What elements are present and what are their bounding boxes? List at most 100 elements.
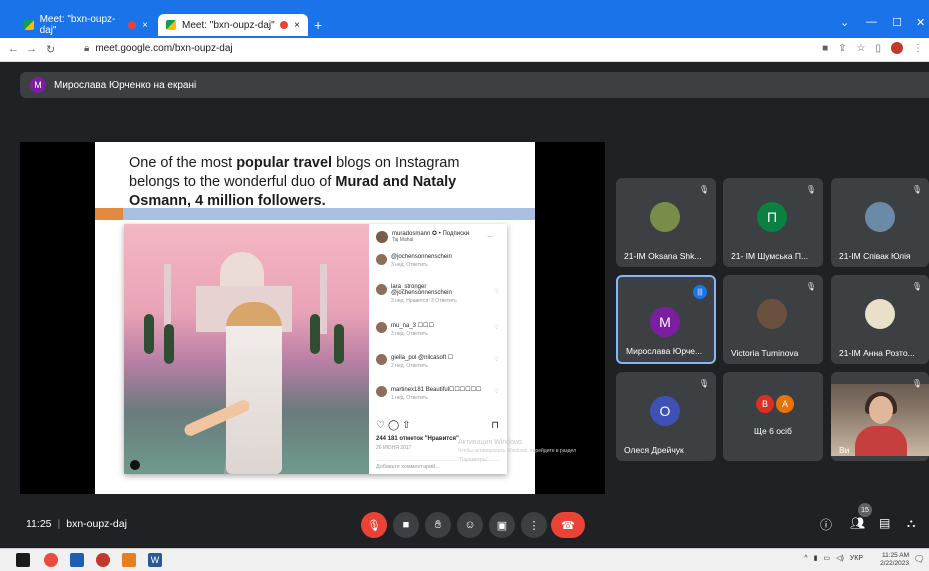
taj-mahal-photo (124, 224, 369, 474)
participant-tile[interactable]: 🎙︎ П 21- IM Шумська П... (723, 178, 823, 267)
tab-close-icon[interactable]: × (294, 20, 300, 31)
language-indicator[interactable]: УКР (850, 555, 863, 562)
participant-tile[interactable]: 🎙︎ 21-IM Oksana Shk... (616, 178, 716, 267)
avatar (376, 386, 387, 397)
windows-start-icon[interactable] (16, 553, 30, 567)
post-actions: ♡◯⇧ (376, 420, 414, 431)
avatar: П (757, 202, 787, 232)
close-window-button[interactable]: ✕ (916, 16, 925, 29)
likes-count: 244 181 отметок "Нравится" (376, 436, 459, 442)
recording-icon (280, 21, 289, 29)
instagram-post-screenshot: muradosmann ✪ • Подписки Taj Mahal ··· @… (124, 224, 507, 474)
tab-search-icon[interactable]: ⌄ (840, 16, 849, 29)
chat-icon[interactable]: ▤ (879, 516, 890, 530)
meet-favicon-icon (24, 20, 34, 30)
slide-title: One of the most popular travel blogs on … (129, 154, 509, 211)
avatar (376, 354, 387, 365)
comment-text: Beautiful☐☐☐☐☐☐ (425, 387, 482, 393)
network-icon[interactable]: ▮ (814, 554, 818, 562)
reactions-button[interactable]: ☺ (457, 512, 483, 538)
camera-icon: ■ (402, 519, 410, 531)
url-text: meet.google.com/bxn-oupz-daj (95, 43, 233, 54)
forward-icon[interactable]: → (26, 43, 37, 55)
participant-tile[interactable]: 🎙︎ 21-IM Анна Розто... (831, 275, 929, 364)
raise-hand-button[interactable]: ✋︎ (425, 512, 451, 538)
clock-time: 11:25 AM (882, 552, 909, 559)
mic-off-icon: 🎙︎ (911, 379, 922, 388)
save-disk-icon[interactable] (70, 553, 84, 567)
camera-toggle-button[interactable]: ■ (393, 512, 419, 538)
activities-icon[interactable]: ⛬ (907, 516, 915, 531)
avatar (376, 322, 387, 333)
new-tab-button[interactable]: + (314, 17, 322, 33)
bookmark-star-icon[interactable]: ☆ (857, 43, 866, 54)
participant-tile[interactable]: 🎙︎ Victoria Tuminova (723, 275, 823, 364)
chrome-icon[interactable] (44, 553, 58, 567)
ig-location: Taj Mahal (392, 237, 414, 243)
menu-kebab-icon[interactable]: ⋮ (913, 43, 923, 54)
info-icon[interactable]: ⓘ (820, 516, 832, 533)
system-clock[interactable]: 11:25 AM 2/22/2023 (880, 552, 909, 568)
mic-off-icon: 🎙︎ (367, 519, 381, 532)
presenter-label: Мирослава Юрченко на екрані (54, 79, 197, 91)
bookmark-icon: ⊓ (491, 420, 499, 431)
participant-tile[interactable]: 🎙︎ О Олеся Дрейчук (616, 372, 716, 461)
slide-title-bold: popular travel (236, 155, 333, 171)
windows-taskbar: W ^ ▮ ▭ ◁) УКР 11:25 AM 2/22/2023 🗨︎ (0, 548, 929, 571)
more-options-button[interactable]: ⋮ (521, 512, 547, 538)
app-icon[interactable] (96, 553, 110, 567)
back-icon[interactable]: ← (8, 43, 19, 55)
mic-off-icon: 🎙︎ (805, 185, 816, 194)
browser-tab[interactable]: Meet: "bxn-oupz-daj" × (16, 14, 156, 36)
watermark-sub: Чтобы активировать Windows, перейдите в … (458, 448, 577, 463)
maximize-button[interactable]: ☐ (892, 16, 902, 29)
slide-accent-stripe (123, 208, 535, 220)
tab-close-icon[interactable]: × (142, 20, 148, 31)
word-icon[interactable]: W (148, 553, 162, 567)
presenter-avatar: M (30, 77, 46, 93)
app-icon[interactable] (122, 553, 136, 567)
profile-avatar[interactable] (891, 42, 903, 54)
comment-text: @jochensonnenschein (391, 290, 452, 296)
share-icon[interactable]: ⇪ (838, 43, 846, 54)
participant-name: Ви (839, 445, 850, 455)
avatar (757, 299, 787, 329)
avatar (865, 299, 895, 329)
presenter-bar: M Мирослава Юрченко на екрані (20, 72, 929, 98)
participant-tile[interactable]: 🎙︎ 21-IM Співак Юлія (831, 178, 929, 267)
avatar: О (650, 396, 680, 426)
participant-name: 21-IM Анна Розто... (839, 348, 915, 358)
tray-arrow-icon[interactable]: ^ (804, 555, 807, 562)
mic-toggle-button[interactable]: 🎙︎ (361, 512, 387, 538)
battery-icon[interactable]: ▭ (823, 554, 830, 562)
notifications-icon[interactable]: 🗨︎ (914, 554, 925, 565)
leave-call-button[interactable]: ☎︎ (551, 512, 585, 538)
comment-user: martinex181 (391, 387, 425, 393)
minimize-button[interactable]: — (866, 16, 877, 28)
instagram-comments: muradosmann ✪ • Подписки Taj Mahal ··· @… (370, 224, 507, 474)
comment-user: mu_na_3 (391, 323, 417, 329)
reload-icon[interactable]: ↻ (46, 43, 55, 56)
browser-tab-active[interactable]: Meet: "bxn-oupz-daj" × (158, 14, 308, 36)
url-field[interactable]: 🔒︎ meet.google.com/bxn-oupz-daj (84, 43, 233, 54)
comment-meta: 3 нед. Ответить (391, 331, 428, 337)
self-tile[interactable]: 🎙︎ Ви (831, 372, 929, 461)
participant-name: Мирослава Юрче... (626, 346, 703, 356)
emoji-icon: ☺ (464, 519, 476, 531)
volume-icon[interactable]: ◁) (836, 554, 844, 562)
more-participants-label: Ще 6 осіб (754, 426, 792, 436)
avatar (376, 254, 387, 265)
present-button[interactable]: ▣ (489, 512, 515, 538)
tab-title: Meet: "bxn-oupz-daj" (182, 19, 275, 31)
participant-tile-speaking[interactable]: ||| M Мирослава Юрче... (616, 275, 716, 364)
like-heart-icon: ♡ (493, 389, 499, 395)
camera-indicator-icon[interactable]: ■ (822, 43, 828, 54)
ig-account: muradosmann ✪ • Подписки (392, 231, 470, 237)
hand-icon: ✋︎ (434, 518, 442, 531)
more-participants-tile[interactable]: В А Ще 6 осіб (723, 372, 823, 461)
meeting-code: bxn-oupz-daj (66, 518, 127, 530)
sidepanel-icon[interactable]: ▯ (875, 43, 881, 54)
participant-name: Victoria Tuminova (731, 348, 799, 358)
post-date: 26 ИЮНЯ 2017 (376, 445, 412, 451)
people-icon[interactable]: 👥︎ (850, 516, 865, 530)
